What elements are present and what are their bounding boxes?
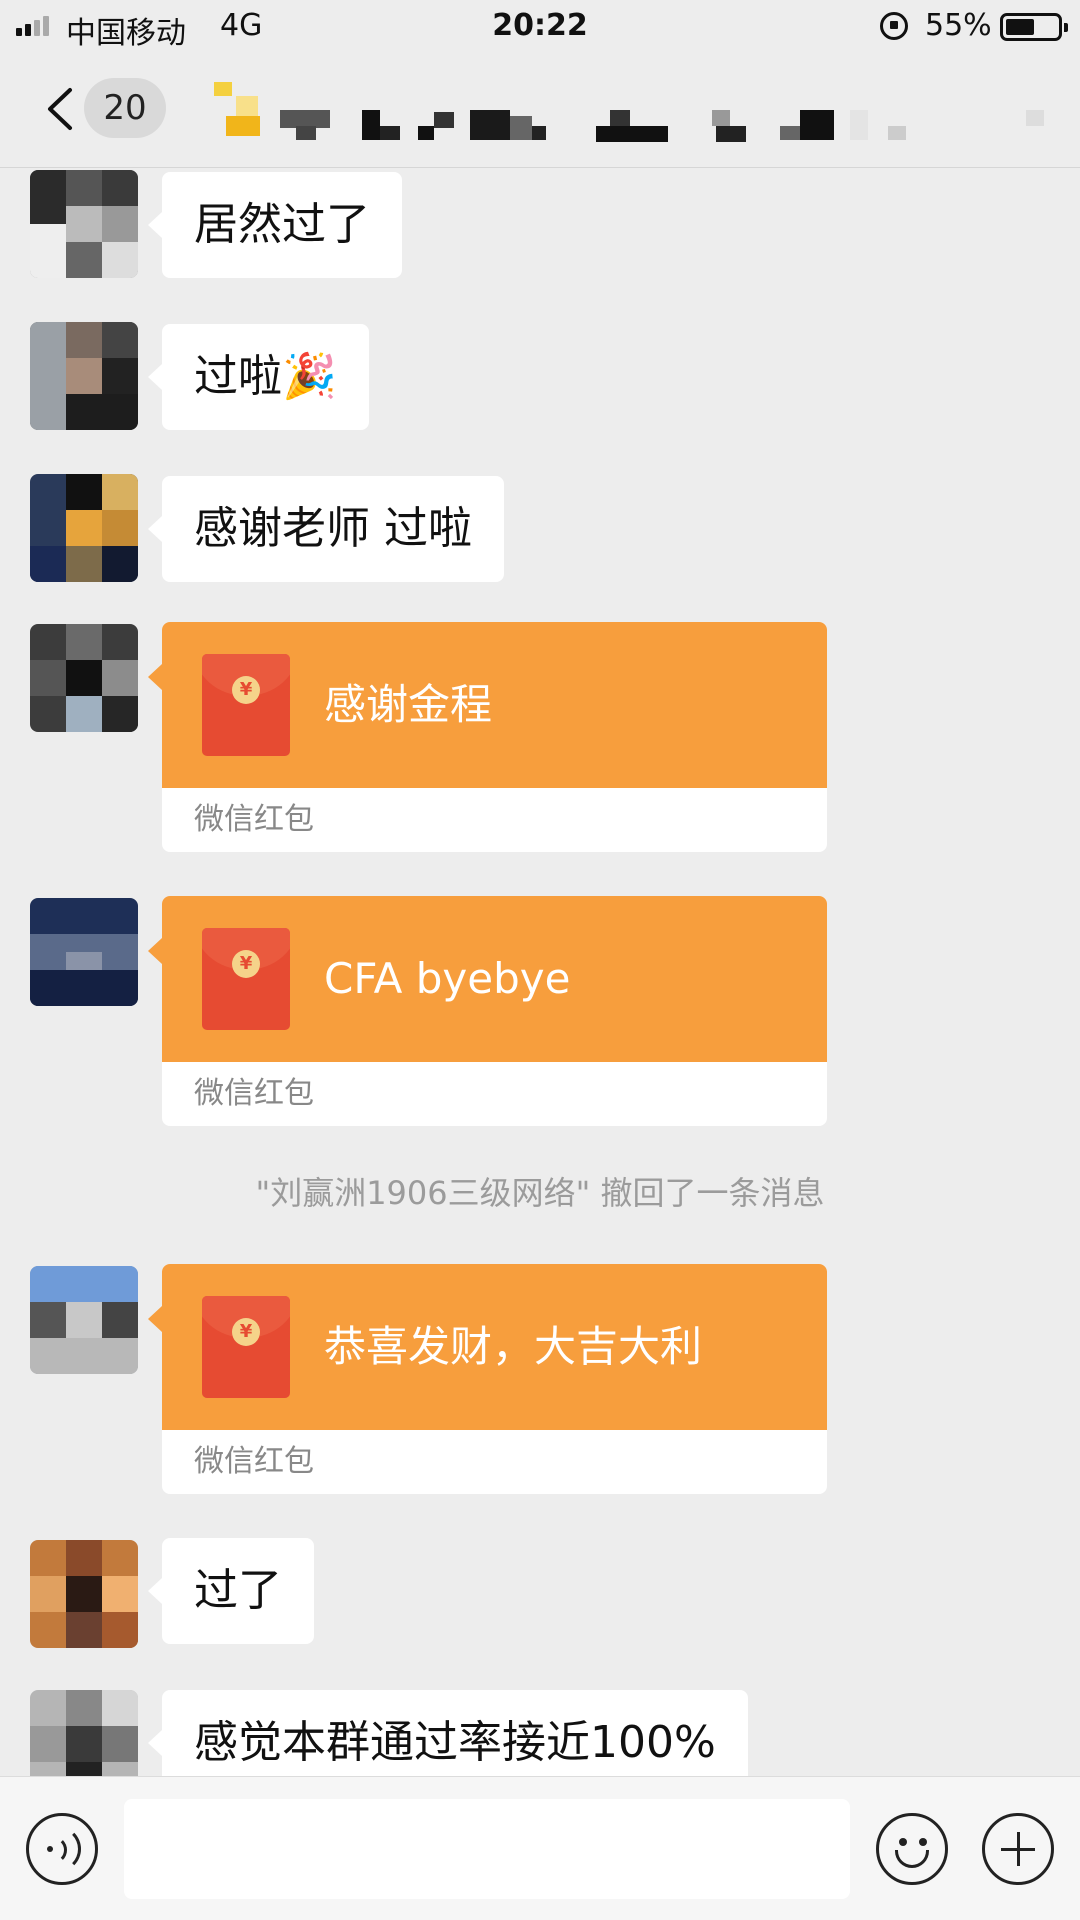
battery-fill [1006,19,1034,35]
chat-header: 20 [0,52,1080,168]
avatar[interactable] [30,474,138,582]
text-message[interactable]: 感谢老师 过啦 [148,476,504,582]
red-packet-label: 微信红包 [194,1076,314,1111]
status-bar: 中国移动 4G 20:22 55% [0,0,1080,52]
yuan-icon: ¥ [232,950,260,978]
yuan-icon: ¥ [232,676,260,704]
red-envelope-icon: ¥ [202,928,290,1030]
avatar[interactable] [30,898,138,1006]
avatar[interactable] [30,170,138,278]
red-packet-label: 微信红包 [194,1444,314,1479]
avatar[interactable] [30,1540,138,1648]
yuan-icon: ¥ [232,1318,260,1346]
text-message[interactable]: 居然过了 [148,172,402,278]
battery-percent: 55% [925,8,992,43]
avatar[interactable] [30,1690,138,1776]
red-packet-title: CFA byebye [324,954,571,1003]
avatar[interactable] [30,322,138,430]
text-message[interactable]: 过啦🎉 [148,324,369,430]
message-input[interactable] [124,1799,850,1899]
orientation-lock-icon [880,12,908,40]
bubble-tail [148,664,162,690]
unread-count-badge[interactable]: 20 [84,78,166,138]
red-packet-message[interactable]: ¥ CFA byebye 微信红包 [162,896,827,1126]
red-packet-label: 微信红包 [194,802,314,837]
plus-icon[interactable] [982,1813,1054,1885]
bubble-tail [148,1306,162,1332]
emoji-icon[interactable] [876,1813,948,1885]
text-message[interactable]: 过了 [148,1538,314,1644]
chevron-left-icon[interactable] [42,86,78,132]
battery-icon [1000,13,1068,41]
text-message[interactable]: 感觉本群通过率接近100% [148,1690,748,1776]
voice-icon[interactable] [26,1813,98,1885]
input-toolbar [0,1776,1080,1920]
bubble-tail [148,938,162,964]
red-envelope-icon: ¥ [202,654,290,756]
avatar[interactable] [30,624,138,732]
red-packet-title: 恭喜发财，大吉大利 [324,1322,703,1371]
clock: 20:22 [492,8,588,43]
avatar[interactable] [30,1266,138,1374]
red-packet-message[interactable]: ¥ 恭喜发财，大吉大利 微信红包 [162,1264,827,1494]
message-list[interactable]: 居然过了 过啦🎉 感谢老师 过啦 ¥ 感谢金程 微信红包 ¥ CFA byeby… [0,168,1080,1776]
red-packet-title: 感谢金程 [324,680,493,729]
system-message: "刘赢洲1906三级网络" 撤回了一条消息 [255,1174,825,1212]
group-title-redacted [200,82,1060,142]
red-envelope-icon: ¥ [202,1296,290,1398]
red-packet-message[interactable]: ¥ 感谢金程 微信红包 [162,622,827,852]
